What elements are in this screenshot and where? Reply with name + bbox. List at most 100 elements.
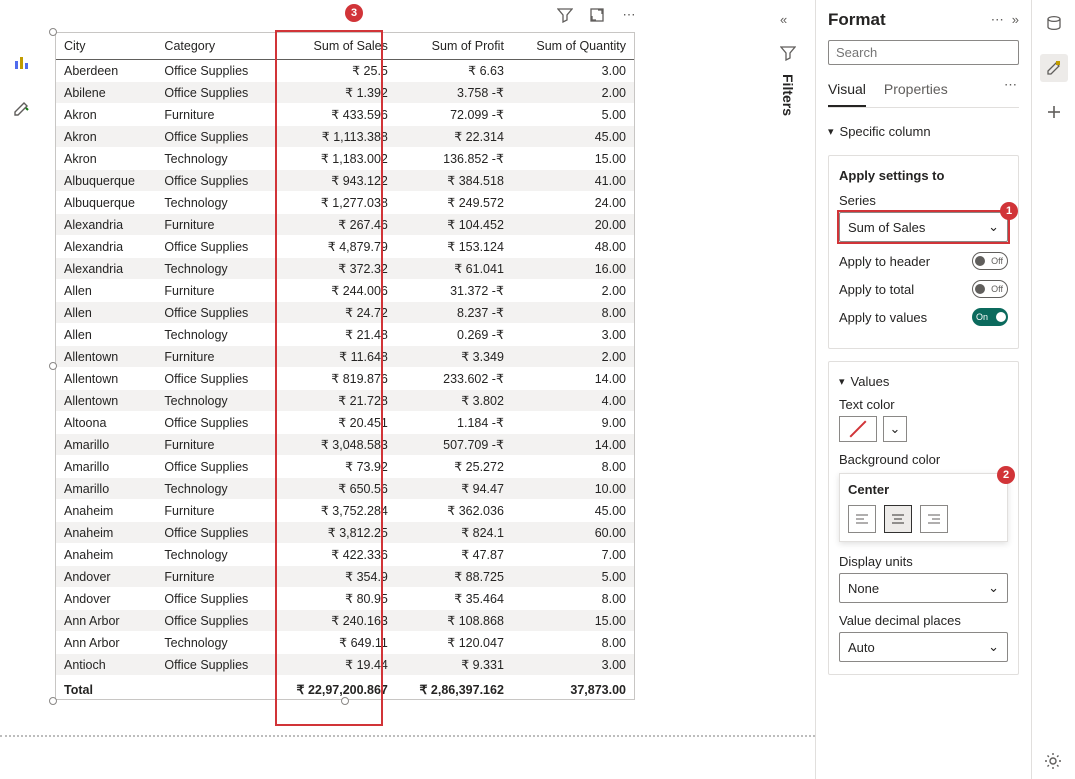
table-row[interactable]: AllenTechnology₹ 21.480.269 -₹3.00 (56, 324, 634, 346)
more-options-icon[interactable]: ⋯ (991, 12, 1004, 28)
table-row[interactable]: AkronTechnology₹ 1,183.002136.852 -₹15.0… (56, 148, 634, 170)
text-color-dropdown[interactable]: ⌄ (883, 416, 907, 442)
table-row[interactable]: AmarilloFurniture₹ 3,048.583507.709 -₹14… (56, 434, 634, 456)
chart-type-icon[interactable] (8, 48, 36, 76)
edit-pencil-icon[interactable] (8, 94, 36, 122)
table-row[interactable]: AlexandriaTechnology₹ 372.32₹ 61.04116.0… (56, 258, 634, 280)
table-cell: 45.00 (512, 126, 634, 148)
align-right-button[interactable] (920, 505, 948, 533)
table-row[interactable]: Ann ArborOffice Supplies₹ 240.163₹ 108.8… (56, 610, 634, 632)
table-row[interactable]: AkronOffice Supplies₹ 1,113.388₹ 22.3144… (56, 126, 634, 148)
table-cell: ₹ 649.11 (272, 632, 396, 654)
tabs-more-icon[interactable]: ⋯ (1004, 77, 1019, 107)
table-cell: Akron (56, 104, 156, 126)
table-row[interactable]: AlbuquerqueOffice Supplies₹ 943.122₹ 384… (56, 170, 634, 192)
col-sum-quantity[interactable]: Sum of Quantity (512, 33, 634, 60)
chevron-down-icon: ⌄ (988, 219, 999, 235)
filters-funnel-icon[interactable] (780, 45, 804, 64)
data-table[interactable]: City Category Sum of Sales Sum of Profit… (56, 33, 634, 704)
table-row[interactable]: AllenOffice Supplies₹ 24.728.237 -₹8.00 (56, 302, 634, 324)
apply-to-values-toggle[interactable]: On (972, 308, 1008, 326)
value-decimal-dropdown[interactable]: Auto ⌄ (839, 632, 1008, 662)
table-cell: Office Supplies (156, 522, 271, 544)
table-cell: Office Supplies (156, 654, 271, 676)
table-cell: 45.00 (512, 500, 634, 522)
filters-pane-label[interactable]: Filters (780, 74, 796, 116)
focus-mode-icon[interactable] (587, 5, 607, 25)
table-cell: 31.372 -₹ (396, 280, 512, 302)
table-cell: Technology (156, 632, 271, 654)
table-row[interactable]: AkronFurniture₹ 433.59672.099 -₹5.00 (56, 104, 634, 126)
series-dropdown[interactable]: Sum of Sales ⌄ (839, 212, 1008, 242)
table-row[interactable]: AlbuquerqueTechnology₹ 1,277.038₹ 249.57… (56, 192, 634, 214)
table-row[interactable]: AndoverFurniture₹ 354.9₹ 88.7255.00 (56, 566, 634, 588)
format-search[interactable] (828, 40, 1019, 65)
table-cell: Office Supplies (156, 302, 271, 324)
table-header-row[interactable]: City Category Sum of Sales Sum of Profit… (56, 33, 634, 60)
display-units-dropdown[interactable]: None ⌄ (839, 573, 1008, 603)
collapse-filters-icon[interactable]: « (780, 12, 804, 27)
table-row[interactable]: AmarilloOffice Supplies₹ 73.92₹ 25.2728.… (56, 456, 634, 478)
table-visual[interactable]: ⋯ City Category Sum of Sales Sum of Prof… (55, 32, 635, 700)
section-specific-column[interactable]: ▾ Specific column (828, 116, 1019, 147)
col-city[interactable]: City (56, 33, 156, 60)
display-units-label: Display units (839, 554, 1008, 569)
table-row[interactable]: AltoonaOffice Supplies₹ 20.4511.184 -₹9.… (56, 412, 634, 434)
text-color-swatch[interactable] (839, 416, 877, 442)
align-center-button[interactable] (884, 505, 912, 533)
table-row[interactable]: AnaheimFurniture₹ 3,752.284₹ 362.03645.0… (56, 500, 634, 522)
table-row[interactable]: AnaheimTechnology₹ 422.336₹ 47.877.00 (56, 544, 634, 566)
table-cell: Andover (56, 588, 156, 610)
table-row[interactable]: AndoverOffice Supplies₹ 80.95₹ 35.4648.0… (56, 588, 634, 610)
col-category[interactable]: Category (156, 33, 271, 60)
add-pane-icon[interactable] (1040, 98, 1068, 126)
resize-handle[interactable] (341, 697, 349, 705)
filter-icon[interactable] (555, 5, 575, 25)
table-row[interactable]: AllentownOffice Supplies₹ 819.876233.602… (56, 368, 634, 390)
table-row[interactable]: AmarilloTechnology₹ 650.56₹ 94.4710.00 (56, 478, 634, 500)
align-left-button[interactable] (848, 505, 876, 533)
table-cell: 136.852 -₹ (396, 148, 512, 170)
col-sum-sales[interactable]: Sum of Sales (272, 33, 396, 60)
table-row[interactable]: AberdeenOffice Supplies₹ 25.5₹ 6.633.00 (56, 60, 634, 82)
table-cell: Alexandria (56, 236, 156, 258)
table-cell: Abilene (56, 82, 156, 104)
table-cell: ₹ 362.036 (396, 500, 512, 522)
table-cell: 7.00 (512, 544, 634, 566)
table-row[interactable]: AbileneOffice Supplies₹ 1.3923.758 -₹2.0… (56, 82, 634, 104)
tab-properties[interactable]: Properties (884, 77, 948, 107)
table-cell: Furniture (156, 500, 271, 522)
tab-visual[interactable]: Visual (828, 77, 866, 107)
table-row[interactable]: Ann ArborTechnology₹ 649.11₹ 120.0478.00 (56, 632, 634, 654)
table-cell: 507.709 -₹ (396, 434, 512, 456)
table-row[interactable]: AllenFurniture₹ 244.00631.372 -₹2.00 (56, 280, 634, 302)
table-cell: 10.00 (512, 478, 634, 500)
table-cell: 233.602 -₹ (396, 368, 512, 390)
table-cell: ₹ 240.163 (272, 610, 396, 632)
table-row[interactable]: AllentownTechnology₹ 21.728₹ 3.8024.00 (56, 390, 634, 412)
apply-to-total-label: Apply to total (839, 282, 914, 297)
table-row[interactable]: AlexandriaOffice Supplies₹ 4,879.79₹ 153… (56, 236, 634, 258)
resize-handle[interactable] (49, 362, 57, 370)
table-row[interactable]: AntiochOffice Supplies₹ 19.44₹ 9.3313.00 (56, 654, 634, 676)
table-cell: ₹ 80.95 (272, 588, 396, 610)
table-row[interactable]: AlexandriaFurniture₹ 267.46₹ 104.45220.0… (56, 214, 634, 236)
format-search-input[interactable] (836, 45, 1012, 60)
resize-handle[interactable] (49, 697, 57, 705)
resize-handle[interactable] (49, 28, 57, 36)
table-cell: ₹ 244.006 (272, 280, 396, 302)
settings-gear-icon[interactable] (1043, 751, 1065, 773)
more-options-icon[interactable]: ⋯ (619, 5, 639, 25)
table-cell: ₹ 61.041 (396, 258, 512, 280)
apply-to-total-toggle[interactable]: Off (972, 280, 1008, 298)
col-sum-profit[interactable]: Sum of Profit (396, 33, 512, 60)
table-cell: Technology (156, 390, 271, 412)
apply-to-header-toggle[interactable]: Off (972, 252, 1008, 270)
expand-pane-icon[interactable]: » (1012, 12, 1019, 28)
format-pane-icon[interactable] (1040, 54, 1068, 82)
data-pane-icon[interactable] (1040, 10, 1068, 38)
table-cell: 8.00 (512, 456, 634, 478)
table-cell: ₹ 267.46 (272, 214, 396, 236)
table-row[interactable]: AllentownFurniture₹ 11.648₹ 3.3492.00 (56, 346, 634, 368)
table-row[interactable]: AnaheimOffice Supplies₹ 3,812.25₹ 824.16… (56, 522, 634, 544)
